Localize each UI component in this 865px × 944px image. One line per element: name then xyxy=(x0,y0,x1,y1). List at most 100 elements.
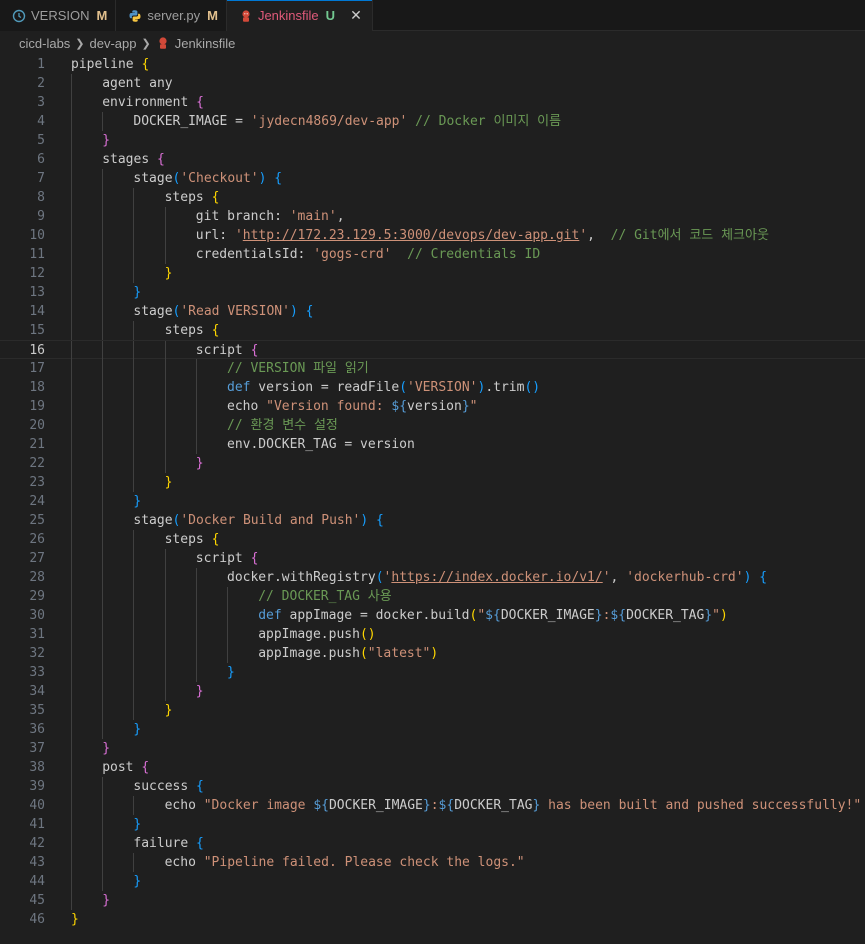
code-line[interactable]: 17 // VERSION 파일 읽기 xyxy=(0,359,865,378)
indent-guide xyxy=(71,644,72,663)
code-line[interactable]: 36} xyxy=(0,720,865,739)
code-line[interactable]: 30 def appImage = docker.build("${DOCKER_… xyxy=(0,606,865,625)
code-text: stage('Read VERSION') { xyxy=(133,304,314,319)
code-line[interactable]: 40 echo "Docker image ${DOCKER_IMAGE}:${D… xyxy=(0,796,865,815)
code-line[interactable]: 29 // DOCKER_TAG 사용 xyxy=(0,587,865,606)
indent-guide xyxy=(71,226,72,245)
code-text: } xyxy=(102,893,111,908)
indent-guide xyxy=(133,625,135,644)
indent-guide xyxy=(102,397,104,416)
line-number: 42 xyxy=(29,836,45,851)
indent-guide xyxy=(102,112,104,131)
code-line[interactable]: 18 def version = readFile('VERSION').trim… xyxy=(0,378,865,397)
indent-guide xyxy=(164,568,166,587)
indent-guide xyxy=(71,568,72,587)
indent-guide xyxy=(71,587,72,606)
code-line[interactable]: 35} xyxy=(0,701,865,720)
tab-version[interactable]: VERSION M xyxy=(0,0,117,31)
line-number: 18 xyxy=(29,380,45,395)
code-line[interactable]: 27 script { xyxy=(0,549,865,568)
indent-guide xyxy=(102,341,104,360)
code-line[interactable]: 1 pipeline { xyxy=(0,55,865,74)
code-line[interactable]: 13} xyxy=(0,283,865,302)
code-line[interactable]: 32 appImage.push("latest") xyxy=(0,644,865,663)
indent-guide xyxy=(164,378,166,397)
indent-guide xyxy=(71,777,72,796)
code-line[interactable]: 2 agent any xyxy=(0,74,865,93)
line-number: 37 xyxy=(29,741,45,756)
indent-guide xyxy=(102,321,104,340)
indent-guide xyxy=(71,359,72,378)
code-line[interactable]: 43 echo "Pipeline failed. Please check th… xyxy=(0,853,865,872)
code-line[interactable]: 15 steps { xyxy=(0,321,865,340)
code-line[interactable]: 3 environment { xyxy=(0,93,865,112)
code-text: git branch: 'main', xyxy=(195,209,345,224)
code-line[interactable]: 46} xyxy=(0,910,865,929)
code-line[interactable]: 10 url: 'http://172.23.129.5:3000/devops/… xyxy=(0,226,865,245)
code-line[interactable]: 7 stage('Checkout') { xyxy=(0,169,865,188)
breadcrumb-item[interactable]: Jenkinsfile xyxy=(175,36,236,51)
indent-guide xyxy=(71,815,72,834)
line-number: 17 xyxy=(29,361,45,376)
code-line[interactable]: 9 git branch: 'main', xyxy=(0,207,865,226)
code-line[interactable]: 42 failure { xyxy=(0,834,865,853)
code-line[interactable]: 28 docker.withRegistry('https://index.doc… xyxy=(0,568,865,587)
code-line[interactable]: 37} xyxy=(0,739,865,758)
tab-jenkinsfile[interactable]: Jenkinsfile U ✕ xyxy=(226,0,374,31)
line-number: 8 xyxy=(37,190,45,205)
indent-guide xyxy=(71,511,72,530)
code-line[interactable]: 39 success { xyxy=(0,777,865,796)
code-line[interactable]: 34} xyxy=(0,682,865,701)
line-number: 31 xyxy=(29,627,45,642)
code-line[interactable]: 8 steps { xyxy=(0,188,865,207)
code-line[interactable]: 26 steps { xyxy=(0,530,865,549)
indent-guide xyxy=(71,245,72,264)
code-line[interactable]: 31 appImage.push() xyxy=(0,625,865,644)
code-line[interactable]: 23} xyxy=(0,473,865,492)
code-line[interactable]: 41} xyxy=(0,815,865,834)
close-icon[interactable]: ✕ xyxy=(348,7,364,24)
indent-guide xyxy=(102,454,104,473)
code-line[interactable]: 11 credentialsId: 'gogs-crd' // Credentia… xyxy=(0,245,865,264)
code-line[interactable]: 44} xyxy=(0,872,865,891)
line-number: 28 xyxy=(29,570,45,585)
code-line[interactable]: 45} xyxy=(0,891,865,910)
code-editor[interactable]: 1 pipeline {2 agent any 3 environment {4 DOCK… xyxy=(0,55,865,944)
breadcrumb-item[interactable]: dev-app xyxy=(90,36,137,51)
indent-guide xyxy=(71,473,72,492)
code-text: // DOCKER_TAG 사용 xyxy=(258,589,392,604)
indent-guide xyxy=(102,169,104,188)
code-line[interactable]: 19 echo "Version found: ${version}" xyxy=(0,397,865,416)
tab-server-py[interactable]: server.py M xyxy=(116,0,227,31)
breadcrumb-item[interactable]: cicd-labs xyxy=(19,36,70,51)
code-line[interactable]: 38 post { xyxy=(0,758,865,777)
code-line[interactable]: 14 stage('Read VERSION') { xyxy=(0,302,865,321)
code-text: failure { xyxy=(133,836,204,851)
code-line[interactable]: 24} xyxy=(0,492,865,511)
code-line[interactable]: 6 stages { xyxy=(0,150,865,169)
line-number: 6 xyxy=(37,152,45,167)
code-line[interactable]: 21 env.DOCKER_TAG = version xyxy=(0,435,865,454)
indent-guide xyxy=(227,606,228,625)
indent-guide xyxy=(164,397,166,416)
code-line[interactable]: 5} xyxy=(0,131,865,150)
indent-guide xyxy=(102,473,104,492)
indent-guide xyxy=(102,492,104,511)
indent-guide xyxy=(71,663,72,682)
code-line[interactable]: 16 script { xyxy=(0,340,865,360)
code-line[interactable]: 22} xyxy=(0,454,865,473)
indent-guide xyxy=(71,169,72,188)
indent-guide xyxy=(102,587,104,606)
code-text: echo "Pipeline failed. Please check the … xyxy=(164,855,525,870)
line-number: 15 xyxy=(29,323,45,338)
code-line[interactable]: 12} xyxy=(0,264,865,283)
indent-guide xyxy=(164,245,166,264)
code-line[interactable]: 25 stage('Docker Build and Push') { xyxy=(0,511,865,530)
line-number: 19 xyxy=(29,399,45,414)
line-number: 11 xyxy=(29,247,45,262)
line-number: 9 xyxy=(37,209,45,224)
code-line[interactable]: 33} xyxy=(0,663,865,682)
code-line[interactable]: 20 // 환경 변수 설정 xyxy=(0,416,865,435)
code-line[interactable]: 4 DOCKER_IMAGE = 'jydecn4869/dev-app' // … xyxy=(0,112,865,131)
indent-guide xyxy=(71,758,72,777)
